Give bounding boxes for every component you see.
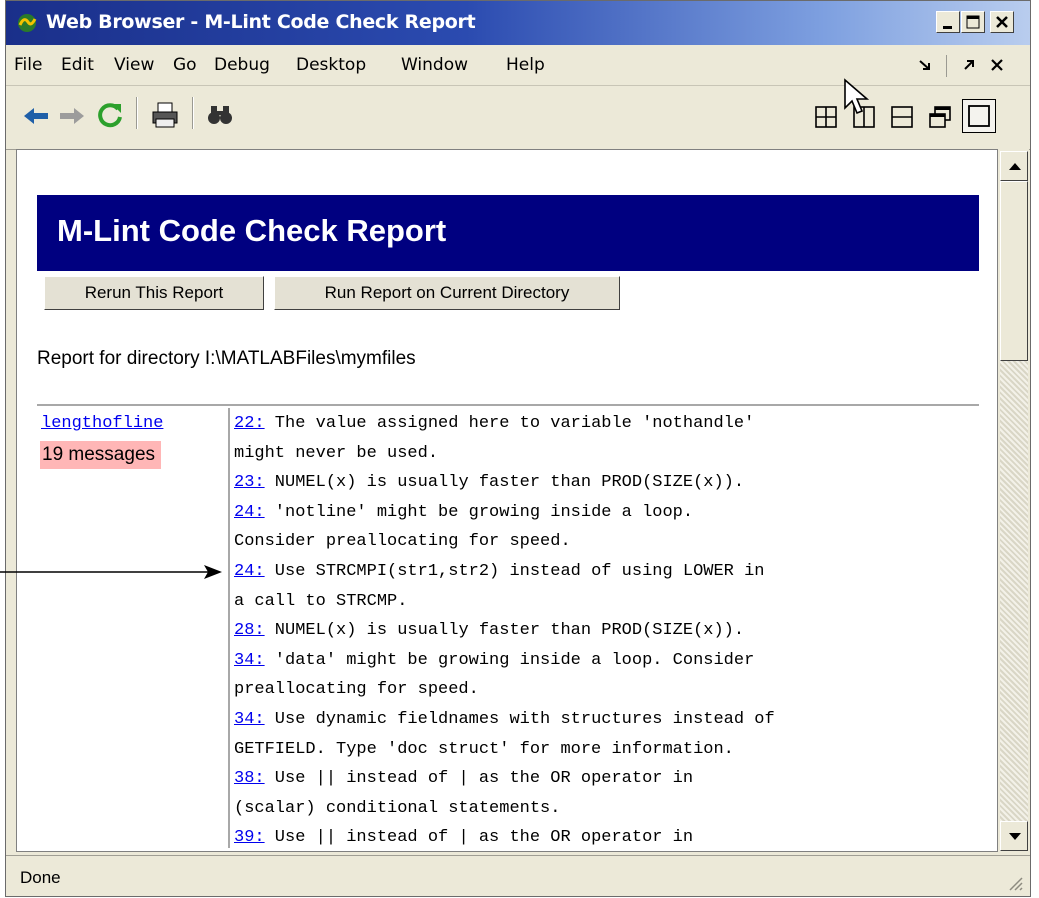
message-text: NUMEL(x) is usually faster than PROD(SIZ… (264, 473, 745, 493)
message-text: preallocating for speed. (234, 680, 479, 700)
scroll-down-button[interactable] (1000, 821, 1028, 851)
browser-window: Web Browser - M-Lint Code Check Report F… (5, 0, 1031, 897)
print-icon[interactable] (150, 101, 180, 129)
top-bottom-layout-icon[interactable] (890, 105, 914, 129)
message-line: 39: Use || instead of | as the OR operat… (234, 828, 693, 847)
menu-window[interactable]: Window (401, 55, 468, 75)
message-text: 'notline' might be growing inside a loop… (264, 502, 694, 522)
message-text: NUMEL(x) is usually faster than PROD(SIZ… (264, 621, 745, 641)
message-list: 22: The value assigned here to variable … (228, 408, 990, 848)
toolbar-separator (192, 97, 194, 129)
line-number-link[interactable]: 34: (234, 710, 265, 729)
message-text: The value assigned here to variable 'not… (264, 414, 755, 433)
message-text: (scalar) conditional statements. (234, 798, 561, 818)
minimize-icon (943, 26, 952, 29)
line-number-link[interactable]: 38: (234, 769, 265, 788)
message-line: 38: Use || instead of | as the OR operat… (234, 769, 693, 788)
refresh-icon[interactable] (96, 101, 124, 129)
file-link[interactable]: lengthofline (41, 414, 163, 433)
message-line: a call to STRCMP. (234, 592, 407, 611)
report-directory: Report for directory I:\MATLABFiles\mymf… (37, 348, 416, 369)
back-arrow-icon[interactable] (22, 105, 50, 127)
message-line: GETFIELD. Type 'doc struct' for more inf… (234, 740, 734, 759)
message-text: 'data' might be growing inside a loop. C… (264, 650, 755, 670)
line-number-link[interactable]: 34: (234, 651, 265, 670)
menu-divider (946, 55, 947, 77)
menu-bar: File Edit View Go Debug Desktop Window H… (6, 45, 1030, 86)
report-viewport: M-Lint Code Check Report Rerun This Repo… (16, 149, 998, 852)
message-text: Consider preallocating for speed. (234, 532, 571, 552)
find-binoculars-icon[interactable] (206, 103, 234, 127)
dock-icon[interactable] (918, 58, 932, 72)
message-line: 28: NUMEL(x) is usually faster than PROD… (234, 621, 744, 640)
matlab-logo-icon (18, 14, 37, 32)
line-number-link[interactable]: 39: (234, 828, 265, 847)
message-line: (scalar) conditional statements. (234, 799, 560, 818)
message-text: Use STRCMPI(str1,str2) instead of using … (264, 562, 765, 581)
toolbar-separator (136, 97, 138, 129)
menu-help[interactable]: Help (506, 55, 545, 75)
status-bar: Done (6, 855, 1030, 898)
message-line: preallocating for speed. (234, 680, 479, 699)
message-text: a call to STRCMP. (234, 591, 408, 611)
close-button[interactable] (990, 11, 1014, 33)
menu-debug[interactable]: Debug (214, 55, 270, 75)
maximize-layout-button[interactable] (962, 99, 996, 133)
maximize-button[interactable] (961, 11, 985, 33)
message-line: 24: 'notline' might be growing inside a … (234, 503, 693, 522)
message-text: Use dynamic fieldnames with structures i… (264, 710, 775, 729)
menu-desktop[interactable]: Desktop (296, 55, 366, 75)
message-line: 34: Use dynamic fieldnames with structur… (234, 710, 775, 729)
line-number-link[interactable]: 23: (234, 473, 265, 492)
line-number-link[interactable]: 24: (234, 503, 265, 522)
callout-arrow-icon (0, 565, 222, 579)
message-line: Consider preallocating for speed. (234, 532, 571, 551)
message-count-badge: 19 messages (40, 441, 162, 469)
message-text: Use || instead of | as the OR operator i… (264, 828, 694, 848)
message-line: 34: 'data' might be growing inside a loo… (234, 651, 754, 670)
run-current-directory-button[interactable]: Run Report on Current Directory (274, 276, 620, 310)
maximize-layout-icon (968, 105, 990, 127)
window-title: Web Browser - M-Lint Code Check Report (46, 11, 476, 33)
vertical-scrollbar[interactable] (998, 149, 1029, 852)
mouse-cursor-icon (844, 78, 870, 115)
menu-file[interactable]: File (14, 55, 42, 75)
maximize-icon (966, 15, 980, 29)
minimize-button[interactable] (936, 11, 960, 33)
status-text: Done (20, 868, 61, 887)
menu-go[interactable]: Go (173, 55, 197, 75)
menu-view[interactable]: View (114, 55, 154, 75)
message-text: GETFIELD. Type 'doc struct' for more inf… (234, 739, 734, 759)
message-line: 22: The value assigned here to variable … (234, 414, 754, 433)
rerun-report-button[interactable]: Rerun This Report (44, 276, 264, 310)
line-number-link[interactable]: 22: (234, 414, 265, 433)
undock-icon[interactable] (962, 58, 976, 72)
title-bar[interactable]: Web Browser - M-Lint Code Check Report (6, 1, 1030, 45)
message-line: 23: NUMEL(x) is usually faster than PROD… (234, 473, 744, 492)
report-heading: M-Lint Code Check Report (57, 213, 447, 248)
section-divider (37, 404, 979, 406)
scroll-up-arrow-icon (1009, 163, 1021, 170)
forward-arrow-icon[interactable] (58, 105, 86, 127)
scroll-up-button[interactable] (1000, 151, 1028, 181)
line-number-link[interactable]: 28: (234, 621, 265, 640)
file-column: lengthofline 19 messages (37, 408, 222, 848)
report-banner: M-Lint Code Check Report (37, 195, 979, 271)
close-icon (996, 16, 1008, 28)
line-number-link[interactable]: 24: (234, 562, 265, 581)
message-line: might never be used. (234, 444, 438, 463)
toolbar (6, 87, 1030, 150)
resize-grip-icon[interactable] (1006, 874, 1024, 892)
scroll-down-arrow-icon (1009, 833, 1021, 840)
message-line: 24: Use STRCMPI(str1,str2) instead of us… (234, 562, 765, 581)
message-text: Use || instead of | as the OR operator i… (264, 769, 694, 789)
tile-layout-icon[interactable] (814, 105, 838, 129)
message-text: might never be used. (234, 443, 439, 463)
scroll-thumb[interactable] (1000, 181, 1028, 361)
float-layout-icon[interactable] (928, 105, 952, 129)
close-pane-icon[interactable] (990, 58, 1004, 72)
menu-edit[interactable]: Edit (61, 55, 94, 75)
